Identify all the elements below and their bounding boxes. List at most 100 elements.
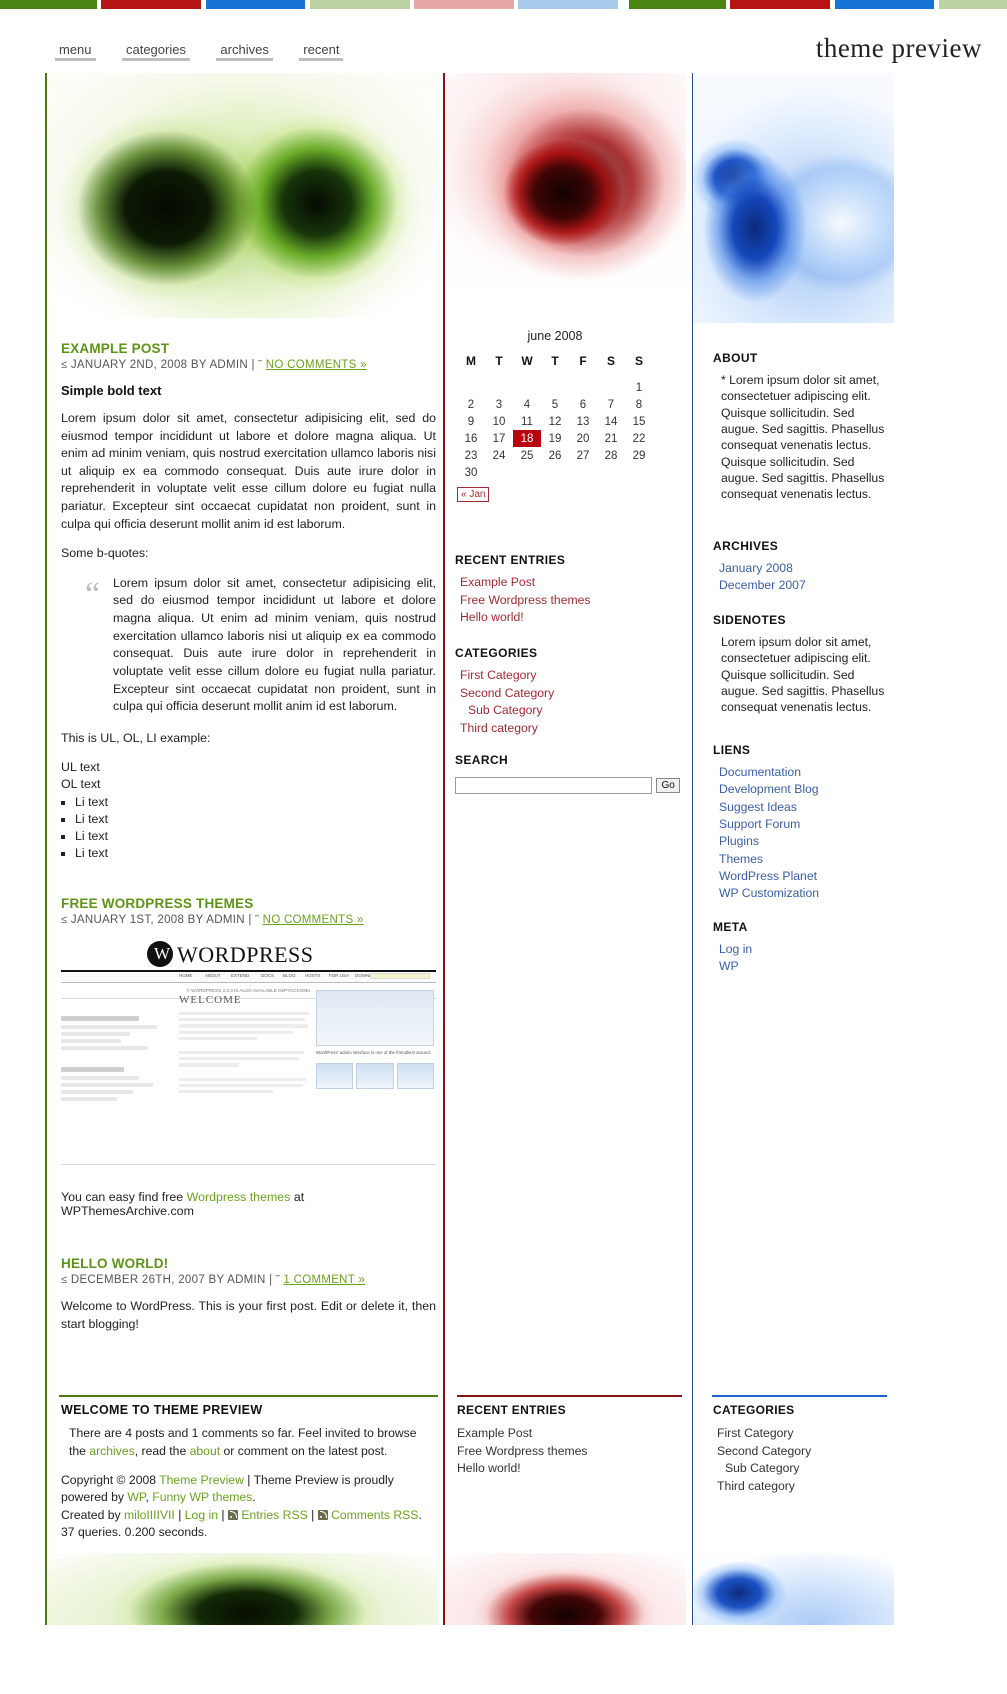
nav-item-menu[interactable]: menu — [55, 42, 96, 61]
wp-link[interactable]: WP — [127, 1490, 145, 1504]
footer-about-link[interactable]: about — [190, 1444, 221, 1458]
sidenotes-text: Lorem ipsum dolor sit amet, consectetuer… — [721, 635, 885, 715]
calendar-day — [541, 464, 569, 481]
post-comments-link[interactable]: NO COMMENTS » — [263, 914, 364, 926]
post-title[interactable]: EXAMPLE POST — [61, 341, 436, 356]
list-item[interactable]: Suggest Ideas — [719, 799, 888, 816]
liens-link[interactable]: WordPress Planet — [719, 869, 817, 883]
theme-preview-link[interactable]: Theme Preview — [159, 1473, 244, 1487]
comment-icon: ˜ — [255, 914, 260, 927]
login-link[interactable]: Log in — [185, 1508, 218, 1522]
calendar-nav: « Jan — [457, 484, 653, 502]
post-date-author: JANUARY 1ST, 2008 BY ADMIN | — [70, 914, 252, 927]
query-stats: 37 queries. 0.200 seconds. — [61, 1524, 208, 1539]
nav-item-recent[interactable]: recent — [299, 42, 344, 61]
list-item: UL text — [61, 760, 100, 775]
sep-4: . — [418, 1507, 422, 1522]
search-input[interactable] — [455, 776, 652, 794]
recent-entry-link[interactable]: Free Wordpress themes — [460, 593, 591, 607]
recent-entry-link[interactable]: Hello world! — [460, 610, 524, 624]
meta-link[interactable]: WP — [719, 959, 739, 973]
calendar-day: 6 — [579, 398, 587, 411]
list-item[interactable]: January 2008 — [719, 560, 888, 577]
meta-link[interactable]: Log in — [719, 942, 752, 956]
about-text: * Lorem ipsum dolor sit amet, consectetu… — [721, 373, 885, 502]
entries-rss-link[interactable]: Entries RSS — [241, 1508, 307, 1522]
list-item[interactable]: Second Category — [460, 685, 680, 703]
list-item[interactable]: Themes — [719, 851, 888, 868]
list-item-sub[interactable]: Sub Category — [717, 1460, 888, 1478]
list-item[interactable]: Documentation — [719, 764, 888, 781]
wp-shot-search-box — [370, 973, 430, 980]
footer-credits: Copyright © 2008 Theme Preview | Theme P… — [61, 1472, 436, 1540]
liens-link[interactable]: Plugins — [719, 834, 759, 848]
list-item[interactable]: Support Forum — [719, 816, 888, 833]
category-link[interactable]: Third category — [460, 721, 538, 735]
author-link[interactable]: miloIIIIVII — [124, 1508, 175, 1522]
footer-archives-link[interactable]: archives — [89, 1444, 134, 1458]
widget-categories: CATEGORIES First Category Second Categor… — [455, 646, 680, 738]
post-comments-link[interactable]: 1 COMMENT » — [283, 1274, 365, 1286]
list-item-sub[interactable]: Sub Category — [460, 702, 680, 720]
list-item[interactable]: First Category — [717, 1425, 888, 1443]
nav-item-categories[interactable]: categories — [121, 42, 190, 61]
post-comments-link[interactable]: NO COMMENTS » — [266, 359, 367, 371]
list-item[interactable]: Example Post — [457, 1425, 682, 1443]
post-title[interactable]: FREE WORDPRESS THEMES — [61, 896, 436, 911]
wp-shot-thumbnails — [316, 1062, 434, 1089]
liens-link[interactable]: Themes — [719, 852, 763, 866]
liens-link[interactable]: Documentation — [719, 765, 801, 779]
category-link[interactable]: Second Category — [460, 686, 554, 700]
wordpress-logo-icon — [147, 941, 173, 968]
post-subheading: Simple bold text — [61, 383, 162, 398]
archive-link[interactable]: January 2008 — [719, 561, 793, 575]
post-title[interactable]: HELLO WORLD! — [61, 1256, 436, 1271]
wp-menu-item: HOSTS — [305, 973, 321, 979]
liens-link[interactable]: Suggest Ideas — [719, 800, 797, 814]
list-item[interactable]: Example Post — [460, 574, 680, 592]
liens-link[interactable]: Development Blog — [719, 782, 819, 796]
search-submit-button[interactable]: Go — [656, 778, 680, 793]
list-item[interactable]: December 2007 — [719, 577, 888, 594]
category-link[interactable]: Sub Category — [468, 703, 543, 717]
widget-sidenotes: SIDENOTES Lorem ipsum dolor sit amet, co… — [713, 613, 888, 716]
list-item[interactable]: WP — [719, 958, 888, 975]
footer-intro: There are 4 posts and 1 comments so far.… — [69, 1425, 436, 1460]
calendar-prev-month-link[interactable]: « Jan — [457, 487, 490, 502]
list-item[interactable]: Plugins — [719, 833, 888, 850]
list-item[interactable]: Development Blog — [719, 781, 888, 798]
calendar-weekday: M — [466, 354, 476, 368]
calendar-day: 25 — [520, 449, 534, 462]
primary-navigation[interactable]: menu categories archives recent — [55, 41, 365, 61]
wp-shot-welcome-heading: WELCOME — [179, 994, 242, 1007]
list-item[interactable]: Third category — [717, 1478, 888, 1496]
calendar-day — [513, 379, 541, 396]
list-item[interactable]: Log in — [719, 941, 888, 958]
calendar-day: 21 — [604, 432, 618, 445]
wp-shot-body: © WORDPRESS 2.3.3 IS ALSO AVAILABLE IN/P… — [61, 986, 436, 1177]
category-link[interactable]: First Category — [460, 668, 537, 682]
list-item[interactable]: Second Category — [717, 1443, 888, 1461]
recent-entry-link[interactable]: Example Post — [460, 575, 535, 589]
calendar-day: 19 — [548, 432, 562, 445]
list-item[interactable]: Free Wordpress themes — [460, 592, 680, 610]
list-item[interactable]: Third category — [460, 720, 680, 738]
calendar-day: 9 — [467, 415, 475, 428]
liens-link[interactable]: WP Customization — [719, 886, 819, 900]
list-item[interactable]: Free Wordpress themes — [457, 1443, 682, 1461]
wordpress-themes-link[interactable]: Wordpress themes — [187, 1190, 291, 1204]
post-meta: ≤ DECEMBER 26TH, 2007 BY ADMIN | ˜ 1 COM… — [61, 1274, 436, 1286]
list-item[interactable]: Hello world! — [457, 1460, 682, 1478]
list-item[interactable]: First Category — [460, 667, 680, 685]
list-item[interactable]: WordPress Planet — [719, 868, 888, 885]
footer-title: RECENT ENTRIES — [457, 1403, 566, 1417]
list-item[interactable]: Hello world! — [460, 609, 680, 627]
liens-link[interactable]: Support Forum — [719, 817, 800, 831]
wp-shot-menu: HOME ABOUT EXTEND DOCS BLOG HOSTS FOR US… — [61, 972, 436, 984]
post-list-intro: This is UL, OL, LI example: — [61, 730, 211, 745]
comments-rss-link[interactable]: Comments RSS — [331, 1508, 418, 1522]
archive-link[interactable]: December 2007 — [719, 578, 806, 592]
list-item[interactable]: WP Customization — [719, 885, 888, 902]
funny-wp-themes-link[interactable]: Funny WP themes — [152, 1490, 252, 1504]
nav-item-archives[interactable]: archives — [216, 42, 273, 61]
